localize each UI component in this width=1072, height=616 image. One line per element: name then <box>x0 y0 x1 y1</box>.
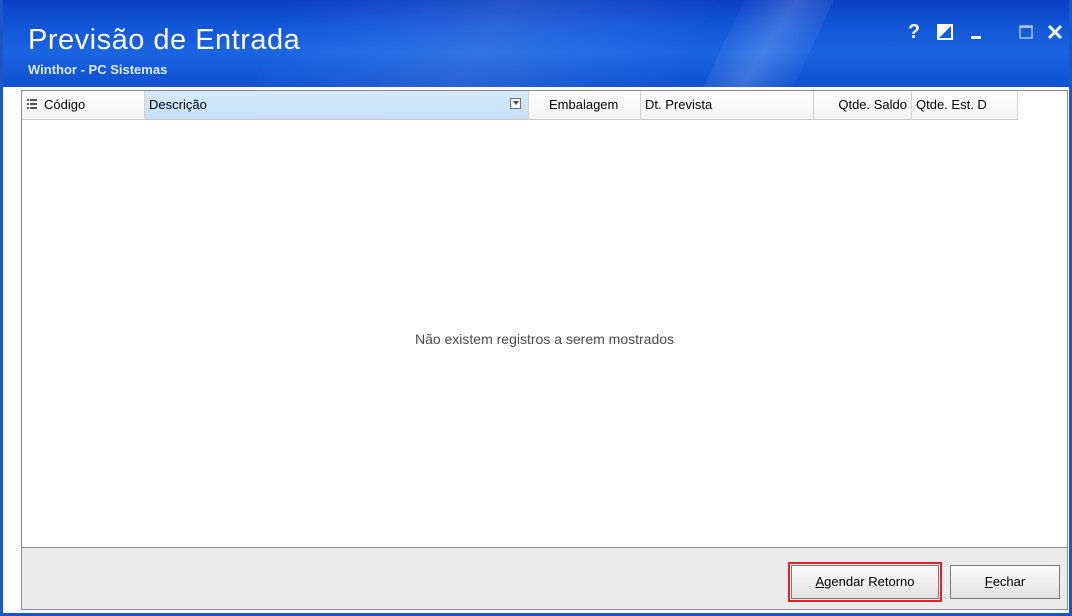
maximize-icon <box>1019 25 1033 39</box>
records-grid[interactable]: Código Descrição Embalagem Dt. Prevista … <box>21 90 1068 548</box>
minimize-button[interactable] <box>965 20 987 44</box>
window: Previsão de Entrada Winthor - PC Sistema… <box>0 0 1072 616</box>
column-header-dt-prevista[interactable]: Dt. Prevista <box>641 91 814 119</box>
window-title: Previsão de Entrada <box>28 24 301 56</box>
title-bar-sheen <box>233 0 733 87</box>
help-button[interactable]: ? <box>903 20 925 44</box>
fechar-button[interactable]: Fechar <box>950 565 1060 599</box>
display-mode-icon <box>937 24 953 40</box>
close-icon <box>1047 24 1063 40</box>
column-header-codigo[interactable]: Código <box>22 91 145 119</box>
column-label: Qtde. Est. D <box>916 97 987 112</box>
column-header-descricao[interactable]: Descrição <box>145 91 529 119</box>
column-label: Descrição <box>149 97 207 112</box>
grid-header: Código Descrição Embalagem Dt. Prevista … <box>22 91 1018 120</box>
column-label: Código <box>44 97 86 112</box>
column-label: Qtde. Saldo <box>838 97 907 112</box>
footer-bar: Agendar Retorno Fechar <box>21 548 1068 610</box>
window-subtitle: Winthor - PC Sistemas <box>28 62 168 77</box>
title-bar[interactable]: Previsão de Entrada Winthor - PC Sistema… <box>3 0 1069 87</box>
maximize-button[interactable] <box>1015 20 1037 44</box>
column-label: Dt. Prevista <box>645 97 713 112</box>
filter-dropdown-icon[interactable] <box>510 98 521 109</box>
column-header-qtde-saldo[interactable]: Qtde. Saldo <box>814 91 912 119</box>
agendar-retorno-button[interactable]: Agendar Retorno <box>788 562 942 602</box>
minimize-icon <box>971 36 981 39</box>
empty-grid-message: Não existem registros a serem mostrados <box>414 331 675 347</box>
display-mode-button[interactable] <box>934 20 956 44</box>
column-label: Embalagem <box>549 97 619 112</box>
close-button[interactable] <box>1043 20 1067 44</box>
column-menu-icon[interactable] <box>27 99 37 110</box>
title-bar-sheen-accent <box>683 0 853 87</box>
column-header-qtde-est[interactable]: Qtde. Est. D <box>912 91 1018 119</box>
column-header-embalagem[interactable]: Embalagem <box>529 91 641 119</box>
